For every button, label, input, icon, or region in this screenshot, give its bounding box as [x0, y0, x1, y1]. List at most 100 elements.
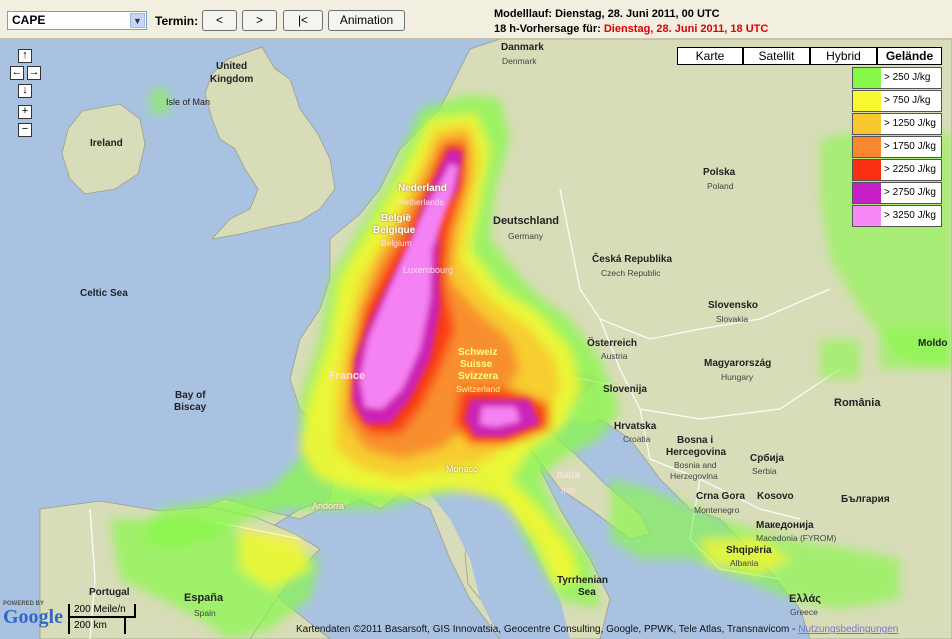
legend-label: > 2250 J/kg — [881, 160, 941, 180]
parameter-select[interactable]: CAPE ▼ — [7, 11, 147, 30]
label-uk2: Kingdom — [210, 74, 254, 85]
label-fyrom: Macedonia (FYROM) — [756, 533, 837, 543]
forecast-prefix: 18 h-Vorhersage für: — [494, 23, 601, 35]
label-celtic-sea: Celtic Sea — [80, 288, 128, 299]
label-tyrrhenian2: Sea — [578, 587, 596, 598]
label-belgique: Belgique — [373, 225, 416, 236]
model-run-label: Modelllauf: Dienstag, 28. Juni 2011, 00 … — [494, 8, 720, 20]
label-switzerland: Switzerland — [456, 384, 500, 394]
legend-swatch — [853, 68, 881, 88]
label-montenegro: Montenegro — [694, 505, 740, 515]
label-uk1: United — [216, 61, 248, 72]
label-belgium: Belgium — [381, 238, 412, 248]
label-luxembourg: Luxembourg — [403, 265, 454, 275]
label-hungary: Hungary — [721, 372, 754, 382]
legend-row: > 750 J/kg — [852, 90, 942, 112]
label-hrvatska: Hrvatska — [614, 421, 657, 432]
parameter-value: CAPE — [12, 13, 46, 27]
label-kosovo: Kosovo — [757, 491, 794, 502]
legend-label: > 1250 J/kg — [881, 114, 941, 134]
label-espana: España — [184, 592, 224, 604]
legend-row: > 3250 J/kg — [852, 205, 942, 227]
pan-right-button[interactable]: → — [27, 66, 41, 80]
label-srbija: Србија — [750, 453, 784, 464]
label-makedonija: Македонија — [756, 520, 814, 531]
copyright: Kartendaten ©2011 Basarsoft, GIS Innovat… — [296, 624, 898, 635]
next-button[interactable]: > — [242, 10, 277, 31]
scale-bar: 200 Meile/n 200 km — [68, 604, 138, 636]
legend-swatch — [853, 91, 881, 111]
maptype-karte[interactable]: Karte — [677, 47, 743, 65]
legend-label: > 750 J/kg — [881, 91, 941, 111]
map-canvas[interactable]: Danmark Denmark United Kingdom Isle of M… — [0, 39, 952, 639]
google-wordmark: Google — [3, 606, 63, 628]
label-bosna1: Bosna i — [677, 435, 714, 446]
label-shqiperia: Shqipëria — [726, 545, 772, 556]
label-poland: Poland — [707, 181, 734, 191]
terrain-base — [39, 39, 952, 639]
forecast-date: Dienstag, 28. Juni 2011, 18 UTC — [603, 23, 769, 35]
label-polska: Polska — [703, 167, 736, 178]
pan-left-button[interactable]: ← — [10, 66, 24, 80]
label-biscay: Biscay — [174, 402, 207, 413]
label-monaco: Monaco — [446, 464, 479, 474]
scale-km: 200 km — [68, 618, 126, 634]
label-slovensko: Slovensko — [708, 300, 759, 311]
label-bosna2: Hercegovina — [666, 447, 727, 458]
forecast-label: 18 h-Vorhersage für: Dienstag, 28. Juni … — [494, 23, 768, 35]
label-belgie: België — [381, 213, 412, 224]
maptype-gelande[interactable]: Gelände — [877, 47, 942, 65]
zoom-out-button[interactable]: − — [18, 123, 32, 137]
maptype-hybrid[interactable]: Hybrid — [810, 47, 877, 65]
animation-button[interactable]: Animation — [328, 10, 405, 31]
legend-swatch — [853, 206, 881, 226]
label-svizzera: Svizzera — [458, 371, 499, 382]
label-germany: Germany — [508, 231, 543, 241]
prev-button[interactable]: < — [202, 10, 237, 31]
label-greece: Greece — [790, 607, 818, 617]
label-danmark: Danmark — [501, 42, 544, 53]
legend-row: > 1250 J/kg — [852, 113, 942, 135]
terms-link[interactable]: Nutzungsbedingungen — [798, 624, 898, 635]
label-crna-gora: Crna Gora — [696, 491, 745, 502]
label-france: France — [329, 370, 366, 382]
label-bulgaria: България — [841, 494, 890, 505]
maptype-satellit[interactable]: Satellit — [743, 47, 810, 65]
copyright-text: Kartendaten ©2011 Basarsoft, GIS Innovat… — [296, 624, 796, 635]
first-button[interactable]: |< — [283, 10, 323, 31]
label-spain: Spain — [194, 608, 216, 618]
legend-swatch — [853, 160, 881, 180]
zoom-in-button[interactable]: + — [18, 105, 32, 119]
label-andorra: Andorra — [312, 501, 345, 511]
label-osterreich: Österreich — [587, 338, 638, 349]
label-moldova: Moldo — [918, 338, 948, 349]
label-serbia: Serbia — [752, 466, 777, 476]
label-romania: România — [834, 397, 881, 409]
label-denmark: Denmark — [502, 56, 537, 66]
label-bosna4: Herzegovina — [670, 471, 718, 481]
label-bay-of: Bay of — [175, 390, 206, 401]
label-bosna3: Bosnia and — [674, 460, 717, 470]
legend-row: > 250 J/kg — [852, 67, 942, 89]
legend-label: > 250 J/kg — [881, 68, 941, 88]
cape-legend: > 250 J/kg > 750 J/kg > 1250 J/kg > 1750… — [852, 67, 942, 228]
label-netherlands: Netherlands — [398, 197, 444, 207]
label-czech: Czech Republic — [601, 268, 661, 278]
label-austria: Austria — [601, 351, 628, 361]
pan-up-button[interactable]: ↑ — [18, 49, 32, 63]
label-schweiz: Schweiz — [458, 347, 498, 358]
google-logo[interactable]: POWERED BY Google — [3, 601, 63, 627]
label-cesko: Česká Republika — [592, 254, 673, 265]
chevron-down-icon[interactable]: ▼ — [130, 13, 145, 28]
label-ireland: Ireland — [90, 138, 123, 149]
label-deutschland: Deutschland — [493, 215, 560, 227]
legend-label: > 2750 J/kg — [881, 183, 941, 203]
legend-row: > 2250 J/kg — [852, 159, 942, 181]
label-tyrrhenian1: Tyrrhenian — [557, 575, 608, 586]
label-albania: Albania — [730, 558, 759, 568]
scale-miles: 200 Meile/n — [68, 604, 136, 618]
label-ellas: Ελλάς — [789, 593, 821, 605]
pan-down-button[interactable]: ↓ — [18, 84, 32, 98]
label-italy: Italy — [561, 485, 577, 495]
termin-label: Termin: — [155, 14, 199, 28]
